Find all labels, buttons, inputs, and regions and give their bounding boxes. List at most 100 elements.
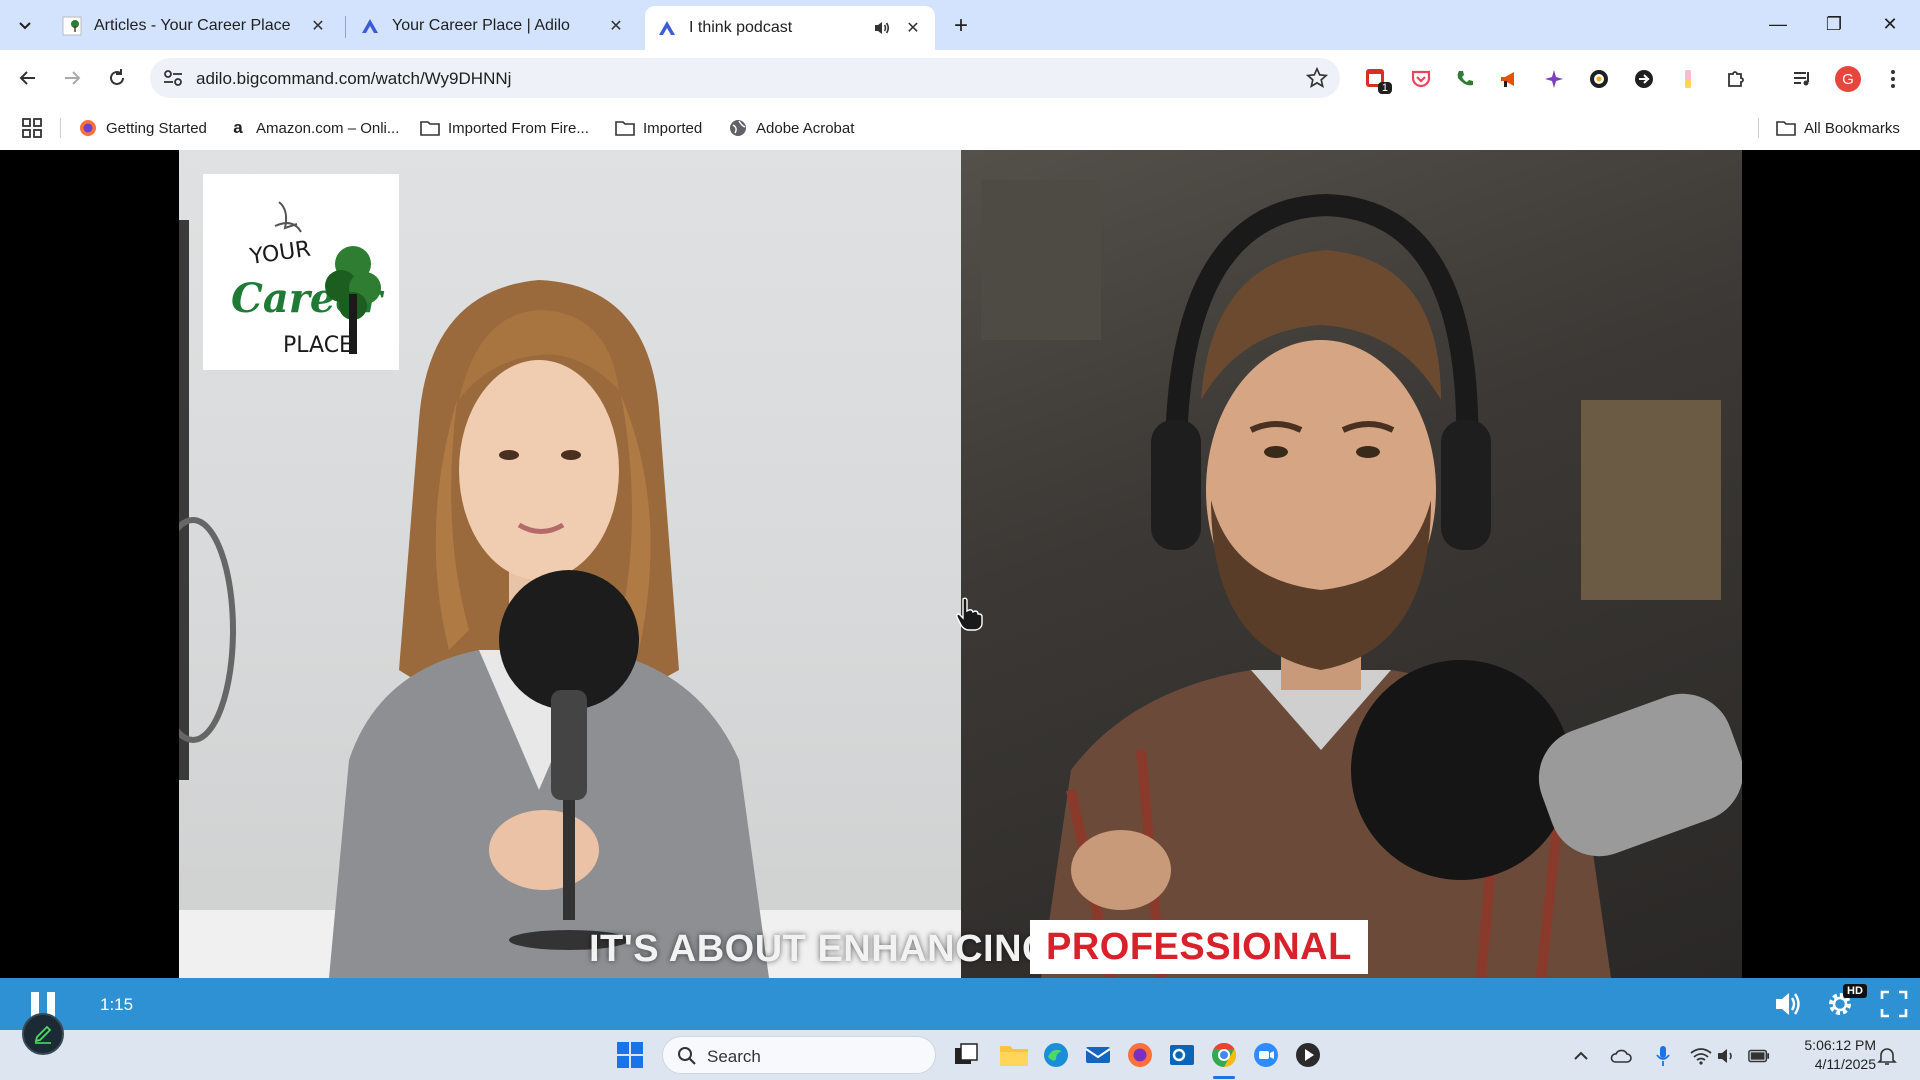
speaker-button[interactable] (1716, 1045, 1738, 1067)
bookmark-getting-started[interactable]: Getting Started (78, 116, 207, 140)
taskbar-search-box[interactable]: Search (662, 1036, 936, 1074)
chevron-down-icon (19, 22, 31, 30)
close-tab-icon[interactable]: ✕ (606, 16, 626, 36)
bookmarks-bar: Getting Started a Amazon.com – Onli... I… (0, 106, 1920, 150)
chrome-active-indicator (1213, 1076, 1235, 1079)
tab-podcast-active[interactable]: I think podcast ✕ (645, 6, 935, 50)
phone-icon (1457, 71, 1473, 86)
tab-divider (345, 16, 346, 38)
firefox-button[interactable] (1124, 1039, 1156, 1071)
pencil-icon (34, 1025, 52, 1044)
outlook-new-button[interactable] (1082, 1039, 1114, 1071)
clock-date: 4/11/2025 (1814, 1056, 1876, 1072)
play-circle-icon (1296, 1043, 1320, 1067)
restore-button[interactable]: ❐ (1806, 0, 1862, 48)
extension-dark-button[interactable] (1631, 66, 1657, 92)
site-settings-icon[interactable] (162, 68, 184, 88)
tab-search-button[interactable] (10, 11, 40, 41)
address-bar[interactable]: adilo.bigcommand.com/watch/Wy9DHNNj (150, 58, 1340, 98)
folder-icon (615, 118, 635, 138)
back-button[interactable] (10, 60, 46, 96)
puzzle-icon (1728, 71, 1744, 87)
forward-button[interactable] (54, 60, 90, 96)
video-left-panel: YOUR Career PLACE (179, 150, 961, 978)
extension-calendar-button[interactable]: 1 (1364, 66, 1392, 94)
reload-button[interactable] (99, 60, 135, 96)
all-bookmarks-button[interactable]: All Bookmarks (1776, 116, 1900, 140)
taskbar-clock[interactable]: 5:06:12 PM 4/11/2025 (1786, 1036, 1876, 1074)
start-button[interactable] (614, 1039, 646, 1071)
zoom-button[interactable] (1250, 1039, 1282, 1071)
file-explorer-button[interactable] (998, 1039, 1030, 1071)
media-queue-icon (1794, 72, 1809, 86)
browser-menu-button[interactable] (1880, 66, 1906, 92)
search-icon (678, 1047, 696, 1065)
folder-icon (1776, 118, 1796, 138)
hand-cursor-icon (956, 597, 983, 631)
battery-icon (1748, 1049, 1770, 1063)
media-controls-button[interactable] (1789, 66, 1815, 92)
edge-icon (1044, 1043, 1068, 1067)
apps-grid-icon (22, 118, 42, 138)
windows-logo-icon (617, 1042, 643, 1068)
microphone-button[interactable] (1652, 1045, 1674, 1067)
firefox-icon (1128, 1043, 1152, 1067)
bookmark-folder-imported-firefox[interactable]: Imported From Fire... (420, 116, 589, 140)
amazon-icon: a (233, 118, 243, 137)
media-player-button[interactable] (1292, 1039, 1324, 1071)
bookmark-star-icon[interactable] (1306, 67, 1328, 89)
tab-audio-playing-icon[interactable] (873, 19, 891, 37)
notifications-button[interactable] (1876, 1045, 1898, 1067)
extensions-menu-button[interactable] (1723, 66, 1749, 92)
tab-title: I think podcast (689, 19, 793, 36)
task-view-button[interactable] (950, 1039, 982, 1071)
extension-pocket-button[interactable] (1408, 66, 1434, 92)
bookmark-amazon[interactable]: a Amazon.com – Onli... (228, 116, 399, 140)
bookmark-label: Imported (643, 119, 703, 137)
bookmark-adobe-acrobat[interactable]: Adobe Acrobat (728, 116, 854, 140)
video-player[interactable]: YOUR Career PLACE IT'S ABOUT ENHANCING P… (0, 150, 1920, 978)
dark-circle-icon (1635, 70, 1653, 88)
tab-adilo[interactable]: Your Career Place | Adilo ✕ (348, 6, 638, 46)
extension-target-button[interactable] (1586, 66, 1612, 92)
fullscreen-button[interactable] (1878, 988, 1910, 1020)
all-bookmarks-label: All Bookmarks (1804, 119, 1900, 137)
bookmark-folder-imported[interactable]: Imported (615, 116, 702, 140)
close-window-button[interactable]: ✕ (1862, 0, 1918, 48)
show-hidden-icons-button[interactable] (1570, 1045, 1592, 1067)
cloud-icon (1610, 1049, 1632, 1063)
close-tab-icon[interactable]: ✕ (308, 16, 328, 36)
hd-badge: HD (1843, 984, 1867, 998)
extension-bar-button[interactable] (1675, 66, 1701, 92)
extension-phone-button[interactable] (1452, 66, 1478, 92)
new-tab-button[interactable]: + (946, 11, 976, 41)
globe-icon (728, 118, 748, 138)
tab-title: Articles - Your Career Place (94, 17, 291, 34)
bookmark-label: Amazon.com – Onli... (256, 119, 400, 137)
extension-megaphone-button[interactable] (1496, 66, 1522, 92)
chrome-button[interactable] (1208, 1039, 1240, 1071)
onedrive-button[interactable] (1610, 1045, 1632, 1067)
volume-button[interactable] (1772, 988, 1804, 1020)
minimize-button[interactable]: — (1750, 0, 1806, 48)
search-placeholder: Search (707, 1047, 761, 1066)
video-frame[interactable]: YOUR Career PLACE IT'S ABOUT ENHANCING P… (179, 150, 1742, 978)
edge-button[interactable] (1040, 1039, 1072, 1071)
microphone-icon (1656, 1046, 1670, 1066)
url-text[interactable]: adilo.bigcommand.com/watch/Wy9DHNNj (196, 69, 511, 89)
logo-text-place: PLACE (283, 333, 353, 358)
annotation-pen-button[interactable] (22, 1013, 64, 1055)
profile-avatar[interactable]: G (1835, 66, 1861, 92)
pocket-icon (1411, 70, 1431, 88)
close-tab-icon[interactable]: ✕ (903, 18, 923, 38)
wifi-button[interactable] (1690, 1045, 1712, 1067)
apps-button[interactable] (22, 116, 42, 140)
bookmark-label: Imported From Fire... (448, 119, 589, 137)
reload-icon (110, 69, 124, 85)
tab-articles[interactable]: Articles - Your Career Place ✕ (50, 6, 340, 46)
your-career-place-logo: YOUR Career PLACE (203, 174, 399, 370)
battery-button[interactable] (1748, 1045, 1770, 1067)
extension-sparkle-button[interactable] (1541, 66, 1567, 92)
outlook-classic-button[interactable] (1166, 1039, 1198, 1071)
career-place-favicon-icon (62, 16, 82, 36)
